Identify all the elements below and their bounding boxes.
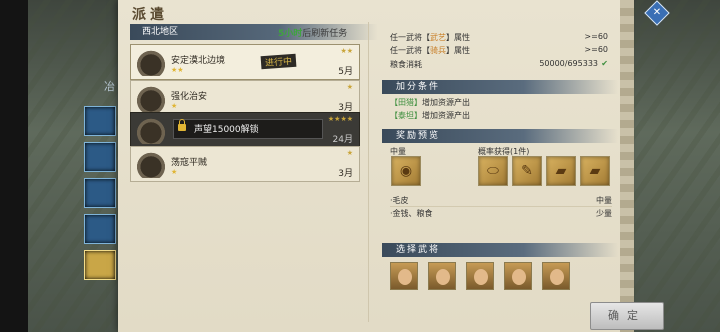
reward-slot-2[interactable]: ✎	[512, 156, 542, 186]
bonus-item: 【田猎】增加资源产出	[390, 98, 470, 107]
general-portrait[interactable]	[390, 262, 418, 290]
general-portrait[interactable]	[504, 262, 532, 290]
refresh-timer: 5小时后刷新任务	[278, 29, 348, 39]
reward-slot-4[interactable]: ▰	[580, 156, 610, 186]
lock-tooltip: 声望15000解锁	[173, 119, 323, 139]
task-icon	[135, 150, 167, 178]
side-tab-4[interactable]	[84, 214, 116, 244]
lock-icon	[178, 119, 186, 131]
task-duration: 5月	[338, 67, 353, 77]
bonus-header: 加分条件	[382, 80, 618, 94]
task-icon	[135, 84, 167, 112]
drop-row: ·金钱、粮食 少量	[390, 209, 612, 218]
task-icon	[135, 48, 167, 76]
confirm-button[interactable]: 确定	[590, 302, 664, 330]
food-icon: ⬭	[487, 163, 499, 179]
side-tab-2[interactable]	[84, 142, 116, 172]
close-icon: ✕	[652, 7, 662, 18]
side-tab-1[interactable]	[84, 106, 116, 136]
side-tab-3[interactable]	[84, 178, 116, 208]
general-portrait[interactable]	[542, 262, 570, 290]
task-duration: 24月	[332, 135, 353, 145]
side-tab-5[interactable]	[84, 250, 116, 280]
in-progress-stamp: 进行中	[260, 53, 297, 70]
side-label: 冶	[104, 80, 115, 93]
drop-row: ·毛皮 中量	[390, 196, 612, 205]
drop-divider	[390, 206, 612, 207]
check-icon: ✔	[601, 59, 608, 68]
left-black-strip	[0, 0, 28, 332]
panel-title: 派遣	[132, 7, 168, 23]
task-item-1[interactable]: 安定漠北边境 ★★ ★★ 进行中 5月	[130, 44, 360, 80]
task-duration: 3月	[338, 169, 353, 179]
generals-header: 选择武将	[382, 243, 618, 257]
task-item-3-locked[interactable]: ★★★★ 声望15000解锁 24月	[130, 112, 360, 148]
general-portrait[interactable]	[466, 262, 494, 290]
hide-icon: ▰	[555, 163, 567, 179]
bonus-item: 【泰坦】增加资源产出	[390, 111, 470, 120]
task-item-2[interactable]: 强化治安 ★ ★ 3月	[130, 80, 360, 116]
coin-pouch-icon: ◉	[399, 163, 413, 179]
brush-icon: ✎	[521, 163, 533, 179]
reward-slot-1[interactable]: ⬭	[478, 156, 508, 186]
reward-slot-guaranteed[interactable]: ◉	[391, 156, 421, 186]
requirement-row: 任一武将【骑兵】属性 >=60	[390, 45, 608, 55]
requirement-row-food: 粮食消耗 50000/695333 ✔	[390, 59, 608, 69]
reward-slot-3[interactable]: ▰	[546, 156, 576, 186]
panel-divider	[368, 22, 369, 322]
requirement-row: 任一武将【武艺】属性 >=60	[390, 32, 608, 42]
task-item-4[interactable]: 荡寇平贼 ★ ★ 3月	[130, 146, 360, 182]
reward-header: 奖励预览	[382, 129, 618, 143]
task-icon	[135, 116, 167, 144]
hide-icon: ▰	[589, 163, 601, 179]
general-portrait[interactable]	[428, 262, 456, 290]
panel-edge	[620, 0, 634, 332]
